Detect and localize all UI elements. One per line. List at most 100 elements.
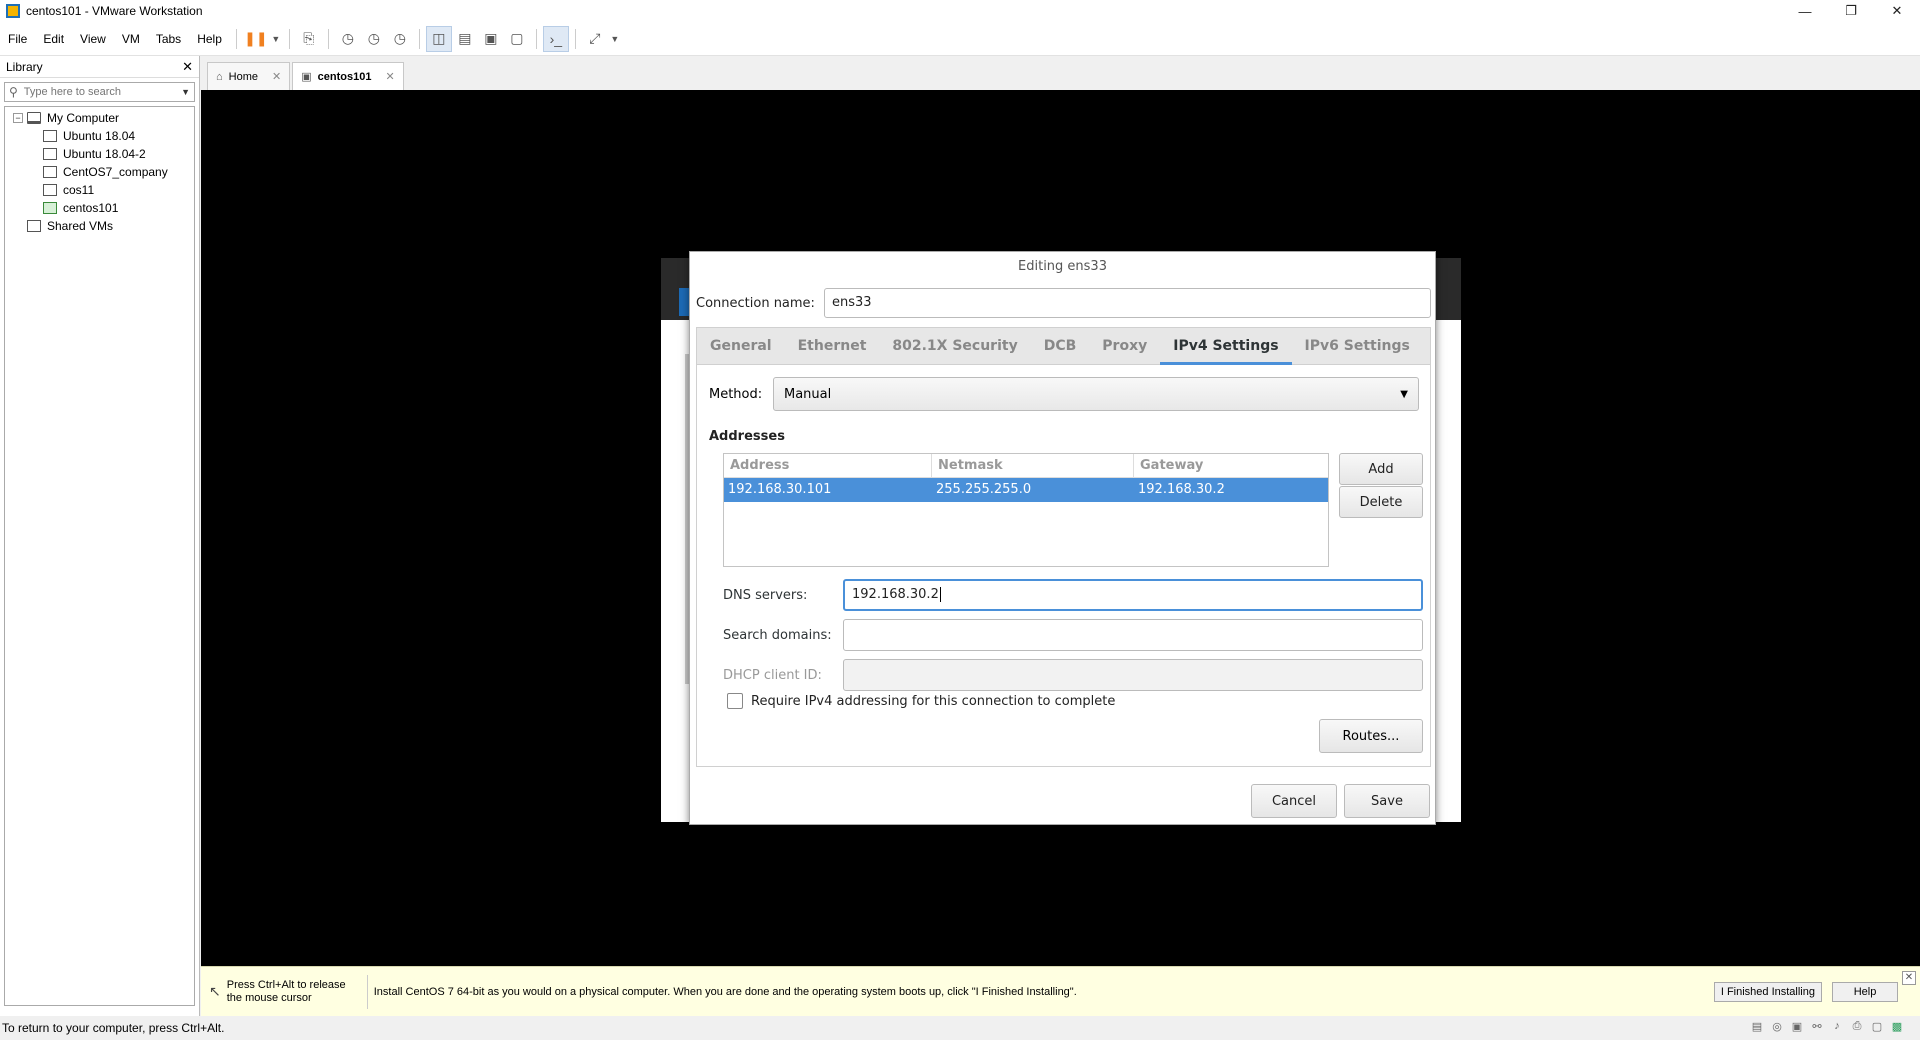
tab-proxy[interactable]: Proxy [1089,327,1160,365]
connection-name-input[interactable]: ens33 [824,288,1431,318]
tab-ethernet[interactable]: Ethernet [785,327,880,365]
menu-tabs[interactable]: Tabs [148,32,189,46]
help-button[interactable]: Help [1832,981,1898,1002]
full-screen-icon[interactable]: ▣ [478,26,504,52]
library-close-icon[interactable]: ✕ [182,59,193,75]
tree-item-vm[interactable]: CentOS7_company [5,163,194,181]
chevron-down-icon: ▼ [1400,388,1408,400]
library-panel: Library ✕ ⚲ ▼ − My Computer Ubuntu 18.04… [0,56,200,1016]
menu-view[interactable]: View [72,32,114,46]
revert-snapshot-icon[interactable]: ◷ [361,26,387,52]
usb-icon[interactable]: ⚯ [1810,1020,1824,1034]
unity-icon[interactable]: ▢ [504,26,530,52]
tab-dcb[interactable]: DCB [1031,327,1090,365]
dhcp-client-id-row: DHCP client ID: [723,659,1423,691]
close-icon[interactable]: ✕ [1874,0,1920,22]
dhcp-client-id-label: DHCP client ID: [723,667,822,683]
tree-item-label: centos101 [63,201,119,215]
library-tree: − My Computer Ubuntu 18.04 Ubuntu 18.04-… [4,106,195,1006]
computer-icon [27,112,41,124]
tab-home[interactable]: ⌂ Home ✕ [207,62,291,90]
column-header-address[interactable]: Address [724,454,932,477]
library-header: Library ✕ [0,56,199,78]
tree-item-shared-vms[interactable]: Shared VMs [5,217,194,235]
column-header-gateway[interactable]: Gateway [1134,454,1328,477]
routes-button[interactable]: Routes... [1319,719,1423,753]
sound-card-icon[interactable]: ♪ [1830,1020,1844,1034]
library-title: Library [6,59,43,74]
cancel-button[interactable]: Cancel [1251,784,1337,818]
toolbar-separator [535,28,537,49]
display-icon[interactable]: ▢ [1870,1020,1884,1034]
hard-disk-icon[interactable]: ▤ [1750,1020,1764,1034]
stretch-dropdown-icon[interactable]: ▼ [608,26,622,52]
cd-dvd-icon[interactable]: ◎ [1770,1020,1784,1034]
vm-icon [43,148,57,160]
save-button[interactable]: Save [1344,784,1430,818]
menu-help[interactable]: Help [189,32,230,46]
send-ctrl-alt-del-icon[interactable]: ⎘ [296,26,322,52]
cell-address[interactable]: 192.168.30.101 [724,478,932,502]
restore-icon[interactable]: ❐ [1828,0,1874,22]
cell-gateway[interactable]: 192.168.30.2 [1134,478,1328,502]
tab-centos101[interactable]: ▣ centos101 ✕ [292,62,404,90]
method-select[interactable]: Manual ▼ [773,377,1419,411]
dns-servers-input[interactable]: 192.168.30.2 [843,579,1423,611]
text-cursor [939,587,941,602]
tab-close-icon[interactable]: ✕ [385,70,394,83]
menu-file[interactable]: File [0,32,35,46]
tree-item-my-computer[interactable]: − My Computer [5,109,194,127]
tree-item-vm-running[interactable]: centos101 [5,199,194,217]
menu-vm[interactable]: VM [114,32,148,46]
search-icon: ⚲ [9,85,18,99]
tree-item-vm[interactable]: Ubuntu 18.04 [5,127,194,145]
tab-ipv6-settings[interactable]: IPv6 Settings [1292,327,1423,365]
console-view-icon[interactable]: ›_ [542,25,569,52]
tree-item-label: Ubuntu 18.04-2 [63,147,146,161]
snapshot-icon[interactable]: ◷ [335,26,361,52]
snapshot-manager-icon[interactable]: ◷ [387,26,413,52]
collapse-icon[interactable]: − [13,113,23,123]
addresses-table: Address Netmask Gateway 192.168.30.101 2… [723,453,1329,567]
tab-label: centos101 [317,70,372,83]
tree-item-vm[interactable]: cos11 [5,181,194,199]
minimize-icon[interactable]: — [1782,0,1828,22]
message-log-icon[interactable]: ▩ [1890,1020,1904,1034]
tree-item-vm[interactable]: Ubuntu 18.04-2 [5,145,194,163]
search-dropdown-icon[interactable]: ▼ [181,87,190,97]
require-ipv4-label[interactable]: Require IPv4 addressing for this connect… [751,694,1115,709]
dhcp-client-id-input [843,659,1423,691]
vm-icon [43,166,57,178]
tab-8021x-security[interactable]: 802.1X Security [879,327,1030,365]
tab-close-icon[interactable]: ✕ [272,70,281,83]
column-header-netmask[interactable]: Netmask [932,454,1134,477]
hint-close-icon[interactable]: ✕ [1902,971,1916,985]
hint-separator [366,974,368,1009]
search-domains-input[interactable] [843,619,1423,651]
power-dropdown-icon[interactable]: ▼ [269,26,283,52]
pause-icon[interactable]: ❚❚ [243,26,269,52]
status-text: To return to your computer, press Ctrl+A… [2,1021,225,1035]
tab-general[interactable]: General [697,327,785,365]
library-search-input[interactable] [23,86,182,98]
menu-edit[interactable]: Edit [35,32,72,46]
search-domains-label: Search domains: [723,627,832,643]
status-bar: To return to your computer, press Ctrl+A… [0,1016,1920,1040]
require-ipv4-row[interactable]: Require IPv4 addressing for this connect… [727,693,1115,709]
vmware-app-icon [6,4,20,18]
tree-item-label: CentOS7_company [63,165,168,179]
show-library-icon[interactable]: ◫ [425,25,452,52]
cell-netmask[interactable]: 255.255.255.0 [932,478,1134,502]
finished-installing-button[interactable]: I Finished Installing [1713,981,1822,1002]
toolbar-separator [574,28,576,49]
delete-button[interactable]: Delete [1339,486,1423,518]
table-row[interactable]: 192.168.30.101 255.255.255.0 192.168.30.… [724,478,1328,502]
require-ipv4-checkbox[interactable] [727,693,743,709]
thumbnail-bar-icon[interactable]: ▤ [452,26,478,52]
network-adapter-icon[interactable]: ▣ [1790,1020,1804,1034]
printer-icon[interactable]: ⎙ [1850,1020,1864,1034]
stretch-guest-icon[interactable]: ⤢ [582,26,608,52]
connection-name-row: Connection name: ens33 [696,288,1431,318]
add-button[interactable]: Add [1339,453,1423,485]
tab-ipv4-settings[interactable]: IPv4 Settings [1160,327,1292,365]
